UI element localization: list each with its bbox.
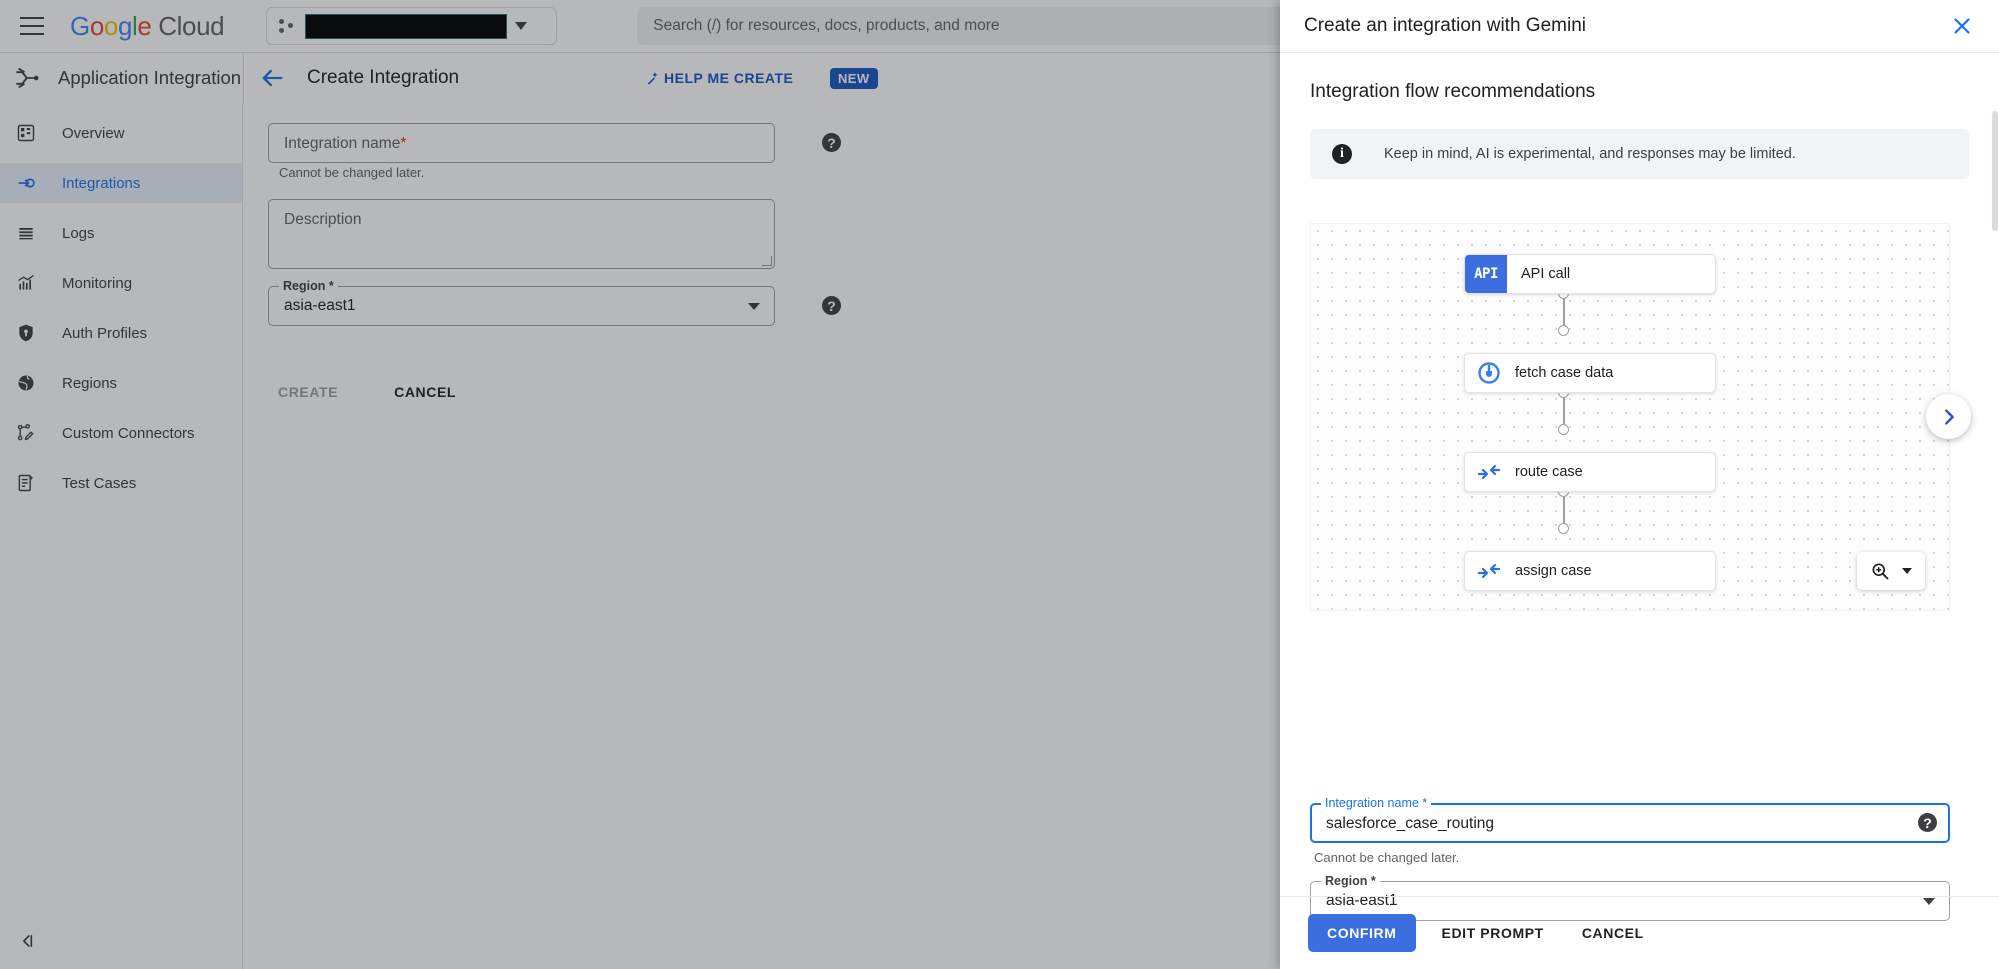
panel-region-label: Region * — [1321, 874, 1380, 888]
flow-node-label: fetch case data — [1515, 365, 1614, 381]
panel-body: Integration flow recommendations i Keep … — [1280, 53, 1999, 969]
flow-node-route-case[interactable]: route case — [1464, 452, 1716, 492]
connector-dot — [1558, 325, 1569, 336]
panel-scrollbar[interactable] — [1992, 111, 1998, 231]
panel-header: Create an integration with Gemini — [1280, 0, 1999, 53]
flow-node-label: assign case — [1515, 563, 1592, 579]
flow-node-api-call[interactable]: API API call — [1464, 254, 1716, 294]
panel-integration-name-help-icon[interactable]: ? — [1918, 813, 1937, 832]
info-icon: i — [1332, 144, 1352, 164]
chevron-down-icon — [1902, 568, 1912, 574]
panel-cancel-button[interactable]: CANCEL — [1570, 915, 1656, 951]
flow-node-assign-case[interactable]: assign case — [1464, 551, 1716, 591]
ai-disclaimer-text: Keep in mind, AI is experimental, and re… — [1384, 146, 1796, 162]
panel-footer-actions: CONFIRM EDIT PROMPT CANCEL — [1280, 896, 1999, 969]
panel-integration-name-value: salesforce_case_routing — [1326, 815, 1495, 832]
next-recommendation-button[interactable] — [1926, 394, 1971, 439]
panel-integration-name-helper-text: Cannot be changed later. — [1314, 850, 1460, 865]
close-icon[interactable] — [1949, 13, 1975, 39]
flow-node-label: route case — [1515, 464, 1583, 480]
gemini-integration-panel: Create an integration with Gemini Integr… — [1280, 0, 1999, 969]
integration-flow-canvas[interactable]: API API call fetch case data route case … — [1310, 223, 1971, 611]
confirm-button[interactable]: CONFIRM — [1308, 914, 1416, 952]
flow-node-label: API call — [1521, 266, 1571, 282]
data-mapping-icon — [1477, 464, 1501, 480]
chevron-right-icon — [1944, 408, 1954, 425]
panel-title: Create an integration with Gemini — [1304, 15, 1586, 36]
connector-plug-icon — [1478, 362, 1500, 384]
zoom-in-icon — [1872, 563, 1889, 580]
canvas-zoom-control[interactable] — [1857, 552, 1925, 590]
connector-dot — [1558, 424, 1569, 435]
panel-integration-name-input[interactable]: Integration name * salesforce_case_routi… — [1310, 796, 1950, 843]
screen: Google Cloud Search (/) for resources, d… — [0, 0, 1999, 969]
flow-node-fetch-case-data[interactable]: fetch case data — [1464, 353, 1716, 393]
data-mapping-icon — [1477, 563, 1501, 579]
ai-disclaimer-banner: i Keep in mind, AI is experimental, and … — [1310, 129, 1969, 179]
edit-prompt-button[interactable]: EDIT PROMPT — [1430, 915, 1556, 951]
section-title: Integration flow recommendations — [1310, 81, 1596, 102]
panel-integration-name-label: Integration name * — [1321, 796, 1432, 810]
connector-dot — [1558, 523, 1569, 534]
api-icon: API — [1465, 255, 1507, 293]
